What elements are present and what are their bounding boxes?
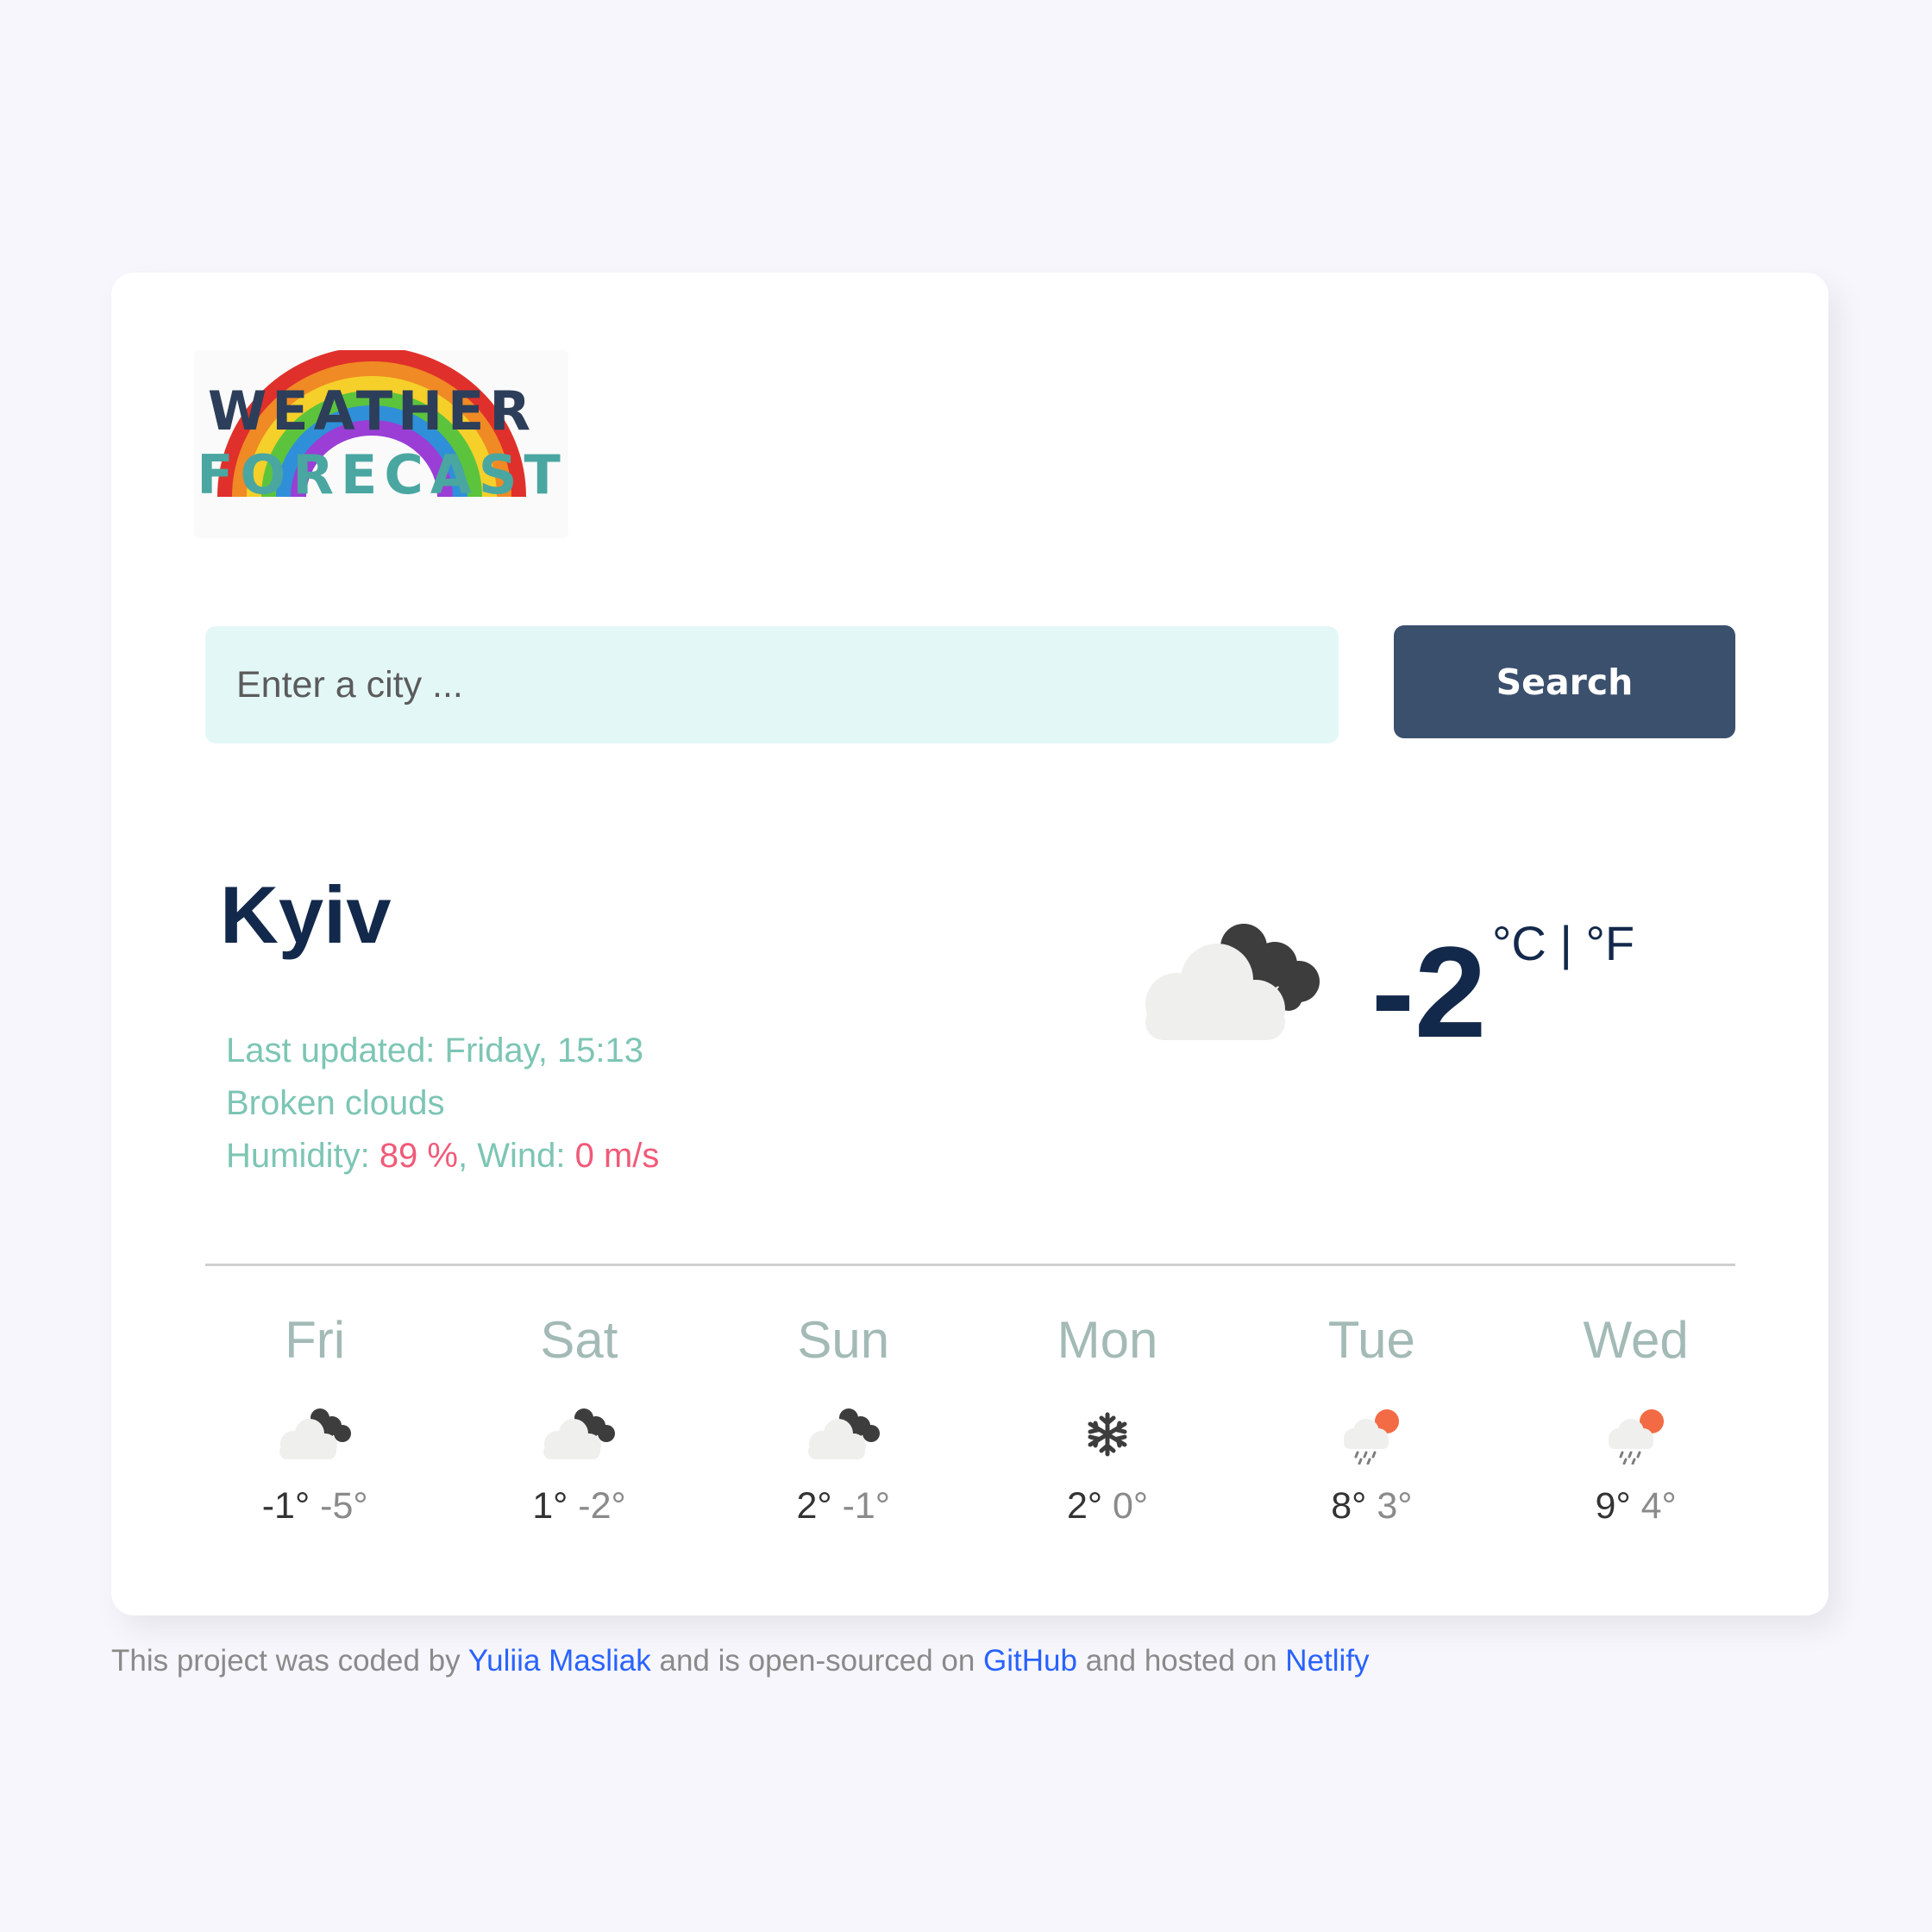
forecast-temps: 8° 3° — [1239, 1482, 1503, 1530]
forecast-min: -1° — [842, 1485, 890, 1527]
forecast-min: 4° — [1640, 1485, 1677, 1527]
forecast-temps: -1° -5° — [183, 1482, 447, 1530]
forecast-day-name: Wed — [1583, 1311, 1689, 1369]
search-input[interactable] — [205, 626, 1339, 743]
rain-sun-icon — [1608, 1409, 1664, 1465]
forecast-day-name: Tue — [1327, 1311, 1415, 1369]
forecast-max: 2° — [796, 1485, 832, 1527]
wind-label: , Wind: — [457, 1137, 575, 1175]
forecast-day-name: Mon — [1057, 1311, 1158, 1369]
footer-text: and hosted on — [1076, 1644, 1286, 1678]
forecast-min: -5° — [320, 1485, 368, 1527]
last-updated-value: Friday, 15:13 — [444, 1032, 644, 1070]
forecast-day: Sat 1° -2° — [447, 1308, 711, 1530]
forecast-day: Sun 2° -1° — [712, 1308, 975, 1530]
unit-fahrenheit-link[interactable]: °F — [1586, 916, 1635, 970]
forecast-min: 0° — [1113, 1485, 1149, 1527]
svg-text:WEATHER: WEATHER — [208, 380, 536, 442]
rain-sun-icon — [1344, 1409, 1400, 1465]
weather-card: WEATHER FORECAST Search Kyiv Last update… — [111, 273, 1828, 1615]
forecast-temps: 9° 4° — [1503, 1482, 1767, 1530]
forecast-max: 2° — [1066, 1485, 1103, 1527]
city-name: Kyiv — [220, 869, 392, 960]
svg-text:FORECAST: FORECAST — [197, 443, 568, 506]
footer: This project was coded by Yuliia Masliak… — [111, 1644, 1370, 1678]
forecast-day: Tue 8° 3° — [1239, 1308, 1503, 1530]
author-link[interactable]: Yuliia Masliak — [468, 1644, 651, 1678]
snowflake-icon — [1088, 1412, 1127, 1457]
forecast-day-name: Fri — [285, 1311, 346, 1369]
weather-details: Last updated: Friday, 15:13 Broken cloud… — [226, 1025, 659, 1182]
forecast-temps: 1° -2° — [447, 1482, 711, 1530]
last-updated: Last updated: Friday, 15:13 — [226, 1025, 659, 1077]
forecast-day: Wed 9° 4° — [1503, 1308, 1767, 1530]
forecast-day: Mon 2° 0° — [975, 1308, 1239, 1530]
humidity-label: Humidity: — [226, 1137, 380, 1175]
netlify-link[interactable]: Netlify — [1285, 1644, 1369, 1678]
wind-value: 0 m/s — [574, 1137, 660, 1175]
footer-text: This project was coded by — [111, 1644, 468, 1678]
forecast-day-name: Sat — [540, 1311, 618, 1369]
forecast-max: 9° — [1595, 1485, 1631, 1527]
last-updated-label: Last updated: — [226, 1032, 445, 1070]
forecast-max: -1° — [261, 1485, 310, 1527]
divider — [205, 1264, 1735, 1266]
unit-separator: | — [1546, 916, 1586, 970]
weather-forecast-logo: WEATHER FORECAST — [194, 350, 568, 538]
forecast-max: 8° — [1331, 1485, 1367, 1527]
forecast-temps: 2° 0° — [975, 1482, 1239, 1530]
current-temperature: -2 — [1371, 919, 1487, 1064]
forecast-row: Fri -1° -5° Sat 1° -2° Sun 2° -1° Mon 2°… — [183, 1308, 1768, 1530]
broken-clouds-icon — [543, 1408, 616, 1459]
forecast-temps: 2° -1° — [712, 1482, 975, 1530]
forecast-min: 3° — [1377, 1485, 1413, 1527]
broken-clouds-icon — [807, 1408, 880, 1459]
weather-description: Broken clouds — [226, 1084, 445, 1122]
forecast-max: 1° — [532, 1485, 568, 1527]
footer-text: and is open-sourced on — [650, 1644, 984, 1678]
humidity-wind: Humidity: 89 %, Wind: 0 m/s — [226, 1130, 659, 1182]
github-link[interactable]: GitHub — [983, 1644, 1077, 1678]
broken-clouds-icon — [1145, 924, 1320, 1040]
unit-celsius-link[interactable]: °C — [1492, 916, 1546, 970]
search-button[interactable]: Search — [1394, 625, 1735, 738]
rainbow-logo-icon: WEATHER FORECAST — [197, 350, 568, 506]
forecast-day-name: Sun — [797, 1311, 890, 1369]
broken-clouds-icon — [279, 1408, 352, 1459]
forecast-min: -2° — [578, 1485, 626, 1527]
temperature-units: °C | °F — [1492, 919, 1634, 968]
forecast-day: Fri -1° -5° — [183, 1308, 447, 1530]
humidity-value: 89 % — [379, 1137, 458, 1175]
